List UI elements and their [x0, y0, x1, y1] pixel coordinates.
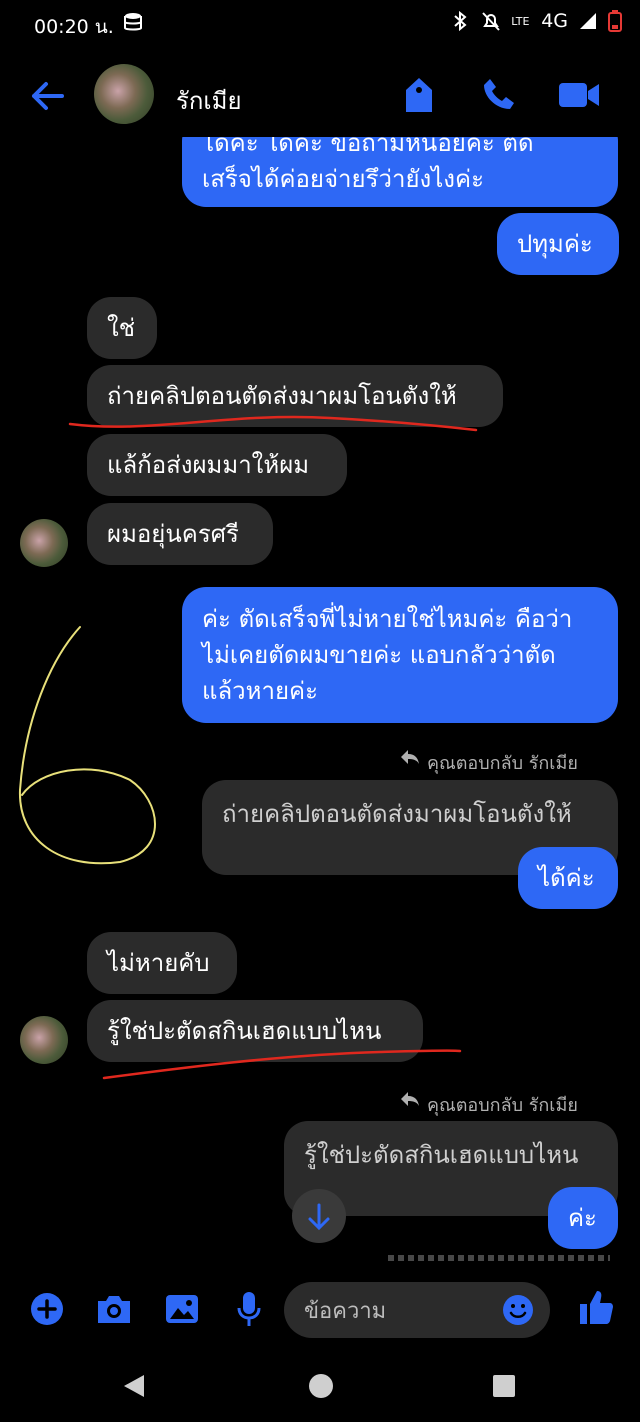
- bluetooth-icon: [454, 10, 467, 32]
- message-incoming[interactable]: ใช่: [87, 297, 157, 359]
- system-navigation-bar: [0, 1348, 640, 1422]
- message-outgoing[interactable]: ค่ะ ตัดเสร็จพี่ไม่หายใช่ไหมค่ะ คือว่า ไม…: [182, 587, 618, 723]
- contact-avatar[interactable]: [94, 64, 154, 124]
- microphone-icon[interactable]: [236, 1290, 262, 1328]
- sender-avatar[interactable]: [20, 1016, 68, 1064]
- message-incoming[interactable]: ผมอยุ่นครศรี: [87, 503, 273, 565]
- message-incoming[interactable]: ถ่ายคลิปตอนตัดส่งมาผมโอนตังให้: [87, 365, 503, 427]
- home-circle-icon[interactable]: [307, 1372, 335, 1400]
- mute-bell-icon: [482, 12, 500, 31]
- status-time: 00:20 น.: [34, 16, 114, 38]
- reply-label: คุณตอบกลับ รักเมีย: [427, 1095, 578, 1116]
- message-list[interactable]: ได้ค่ะ ได้ค่ะ ขอถามหน่อยค่ะ ตัด เสร็จได้…: [0, 137, 640, 1268]
- next-message-preview: [388, 1255, 610, 1261]
- message-outgoing[interactable]: ปทุมค่ะ: [497, 213, 619, 275]
- message-input[interactable]: [302, 1292, 496, 1330]
- reply-label: คุณตอบกลับ รักเมีย: [427, 753, 578, 774]
- storage-icon: [124, 13, 142, 31]
- sender-avatar[interactable]: [20, 519, 68, 567]
- message-incoming[interactable]: แล้ก้อส่งผมมาให้ผม: [87, 434, 347, 496]
- chat-header: รักเมีย: [0, 55, 640, 137]
- back-triangle-icon[interactable]: [120, 1372, 148, 1400]
- message-input-box[interactable]: [284, 1282, 550, 1338]
- video-camera-icon[interactable]: [558, 81, 600, 109]
- arrow-down-icon: [308, 1203, 330, 1231]
- signal-icon: [580, 13, 596, 29]
- scroll-to-bottom-button[interactable]: [292, 1189, 346, 1243]
- volte-label: LTE: [511, 14, 530, 28]
- status-bar: 00:20 น. LTE 4G: [0, 0, 640, 48]
- message-incoming[interactable]: ไม่หายคับ: [87, 932, 237, 994]
- message-outgoing[interactable]: ค่ะ: [548, 1187, 618, 1249]
- emoji-icon[interactable]: [502, 1294, 534, 1326]
- message-outgoing[interactable]: ได้ค่ะ ได้ค่ะ ขอถามหน่อยค่ะ ตัด เสร็จได้…: [182, 137, 618, 207]
- reply-icon: [401, 1092, 419, 1106]
- recents-square-icon[interactable]: [490, 1372, 518, 1400]
- image-icon[interactable]: [164, 1292, 200, 1326]
- contact-name[interactable]: รักเมีย: [176, 81, 242, 120]
- camera-icon[interactable]: [95, 1292, 133, 1326]
- tag-icon[interactable]: [404, 76, 434, 114]
- network-type: 4G: [541, 10, 568, 32]
- reply-icon: [401, 750, 419, 764]
- message-composer: [0, 1268, 640, 1348]
- message-outgoing[interactable]: ได้ค่ะ: [518, 847, 618, 909]
- back-arrow-icon[interactable]: [30, 81, 64, 111]
- thumbs-up-icon[interactable]: [578, 1288, 614, 1326]
- plus-icon[interactable]: [30, 1292, 64, 1326]
- phone-icon[interactable]: [482, 77, 516, 111]
- message-incoming[interactable]: รู้ใช่ปะตัดสกินเฮดแบบไหน: [87, 1000, 423, 1062]
- battery-low-icon: [608, 10, 622, 32]
